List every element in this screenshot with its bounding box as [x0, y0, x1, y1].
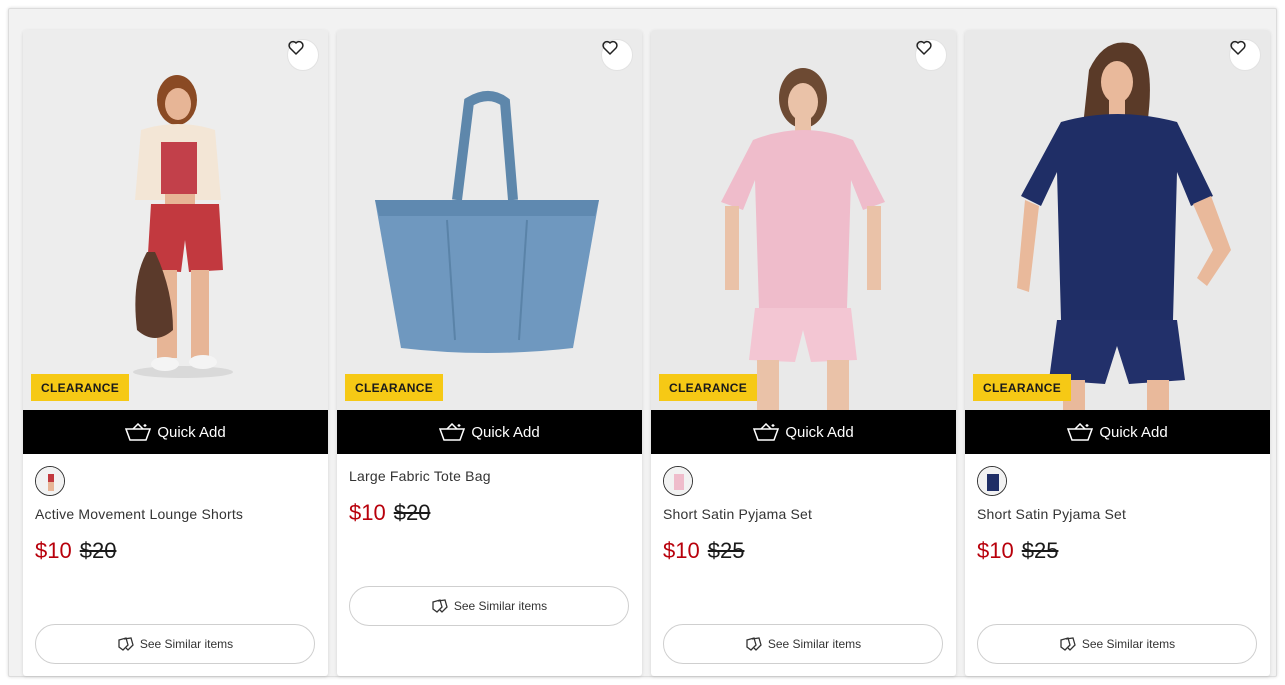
- see-similar-button[interactable]: See Similar items: [35, 624, 315, 664]
- original-price: $25: [1021, 538, 1059, 563]
- product-card[interactable]: CLEARANCE Quick Add Active Movement Loun…: [23, 30, 328, 676]
- quick-add-label: Quick Add: [471, 423, 540, 441]
- product-title[interactable]: Large Fabric Tote Bag: [349, 468, 491, 484]
- original-price: $20: [393, 500, 431, 525]
- quick-add-button[interactable]: Quick Add: [23, 410, 328, 454]
- clearance-badge: CLEARANCE: [31, 374, 130, 401]
- basket-icon: [753, 423, 780, 441]
- color-swatch[interactable]: [35, 466, 65, 496]
- product-card[interactable]: CLEARANCE Quick Add Short Satin Pyjama S…: [651, 30, 956, 676]
- wishlist-button[interactable]: [287, 39, 319, 71]
- quick-add-label: Quick Add: [157, 423, 226, 441]
- product-card[interactable]: CLEARANCE Quick Add Short Satin Pyjama S…: [965, 30, 1270, 676]
- product-title[interactable]: Short Satin Pyjama Set: [977, 506, 1126, 522]
- color-swatch[interactable]: [663, 466, 693, 496]
- quick-add-button[interactable]: Quick Add: [651, 410, 956, 454]
- original-price: $20: [79, 538, 117, 563]
- quick-add-button[interactable]: Quick Add: [965, 410, 1270, 454]
- wishlist-button[interactable]: [1229, 39, 1261, 71]
- original-price: $25: [707, 538, 745, 563]
- quick-add-label: Quick Add: [785, 423, 854, 441]
- basket-icon: [125, 423, 152, 441]
- sale-price: $10: [35, 538, 72, 563]
- product-image[interactable]: CLEARANCE: [337, 30, 642, 410]
- see-similar-label: See Similar items: [139, 637, 234, 651]
- product-price: $10 $20: [35, 538, 116, 564]
- product-grid: CLEARANCE Quick Add Active Movement Loun…: [8, 8, 1277, 677]
- product-image[interactable]: CLEARANCE: [23, 30, 328, 410]
- heart-icon: [1230, 40, 1246, 55]
- see-similar-button[interactable]: See Similar items: [663, 624, 943, 664]
- similar-items-icon: [746, 637, 762, 651]
- basket-icon: [1067, 423, 1094, 441]
- see-similar-button[interactable]: See Similar items: [977, 624, 1257, 664]
- clearance-badge: CLEARANCE: [973, 374, 1072, 401]
- heart-icon: [916, 40, 932, 55]
- quick-add-label: Quick Add: [1099, 423, 1168, 441]
- product-price: $10 $20: [349, 500, 430, 526]
- wishlist-button[interactable]: [915, 39, 947, 71]
- sale-price: $10: [977, 538, 1014, 563]
- see-similar-label: See Similar items: [1081, 637, 1176, 651]
- product-card[interactable]: CLEARANCE Quick Add Large Fabric Tote Ba…: [337, 30, 642, 676]
- color-swatch[interactable]: [977, 466, 1007, 496]
- sale-price: $10: [663, 538, 700, 563]
- see-similar-label: See Similar items: [767, 637, 862, 651]
- similar-items-icon: [1060, 637, 1076, 651]
- similar-items-icon: [432, 599, 448, 613]
- see-similar-button[interactable]: See Similar items: [349, 586, 629, 626]
- heart-icon: [288, 40, 304, 55]
- sale-price: $10: [349, 500, 386, 525]
- product-price: $10 $25: [663, 538, 744, 564]
- clearance-badge: CLEARANCE: [345, 374, 444, 401]
- product-title[interactable]: Active Movement Lounge Shorts: [35, 506, 243, 522]
- product-title[interactable]: Short Satin Pyjama Set: [663, 506, 812, 522]
- heart-icon: [602, 40, 618, 55]
- clearance-badge: CLEARANCE: [659, 374, 758, 401]
- quick-add-button[interactable]: Quick Add: [337, 410, 642, 454]
- see-similar-label: See Similar items: [453, 599, 548, 613]
- product-image[interactable]: CLEARANCE: [965, 30, 1270, 410]
- wishlist-button[interactable]: [601, 39, 633, 71]
- basket-icon: [439, 423, 466, 441]
- similar-items-icon: [118, 637, 134, 651]
- product-image[interactable]: CLEARANCE: [651, 30, 956, 410]
- product-price: $10 $25: [977, 538, 1058, 564]
